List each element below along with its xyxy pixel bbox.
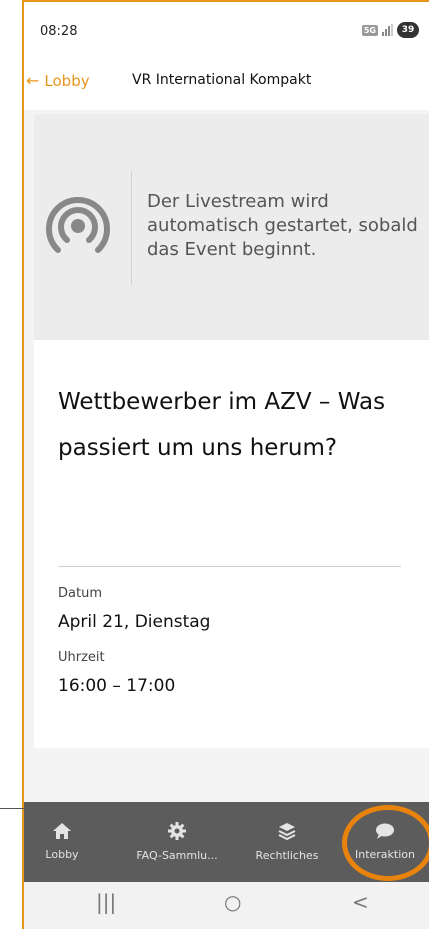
nav-item-legal[interactable]: Rechtliches [242,802,332,882]
status-time: 08:28 [40,24,78,39]
divider [58,566,401,567]
network-badge: 5G [361,24,378,36]
back-to-lobby-button[interactable]: ← Lobby [26,72,90,90]
layers-icon [278,822,296,843]
app-header: ← Lobby VR International Kompakt [24,48,429,110]
bottom-navigation: Lobby FAQ-Sammlu... Rechtliches Interakt… [24,802,429,882]
livestream-placeholder: Der Livestream wird automatisch gestarte… [34,114,429,340]
home-icon [53,823,71,842]
arrow-left-icon: ← [26,71,40,90]
gear-icon [168,822,186,843]
livestream-message: Der Livestream wird automatisch gestarte… [147,191,418,260]
session-title: Wettbewerber im AZV – Was passiert um un… [58,389,386,461]
nav-label-faq: FAQ-Sammlu... [136,849,218,862]
divider [131,171,132,285]
highlight-annotation-ring [342,805,429,881]
annotation-line [0,808,24,809]
nav-label-lobby: Lobby [45,848,79,861]
system-navigation-bar: ||| ○ < [24,882,429,929]
broadcast-icon [34,190,122,270]
recents-button[interactable]: ||| [96,890,116,914]
date-value: April 21, Dienstag [58,612,211,632]
nav-item-faq[interactable]: FAQ-Sammlu... [122,802,232,882]
session-card: Wettbewerber im AZV – Was passiert um un… [34,340,429,748]
nav-label-legal: Rechtliches [255,849,319,862]
page-title: VR International Kompakt [132,72,312,88]
phone-screen: 08:28 5G 39 ← Lobby VR International Kom… [24,2,429,929]
battery-icon: 39 [397,22,419,38]
signal-icon [382,24,393,36]
home-button[interactable]: ○ [224,890,241,914]
back-label: Lobby [44,72,90,90]
nav-item-lobby[interactable]: Lobby [32,802,92,882]
time-value: 16:00 – 17:00 [58,676,176,696]
time-label: Uhrzeit [58,650,105,665]
status-bar: 08:28 5G 39 [24,2,429,48]
back-button[interactable]: < [352,890,369,914]
status-icons: 5G 39 [361,22,419,38]
date-label: Datum [58,586,102,601]
